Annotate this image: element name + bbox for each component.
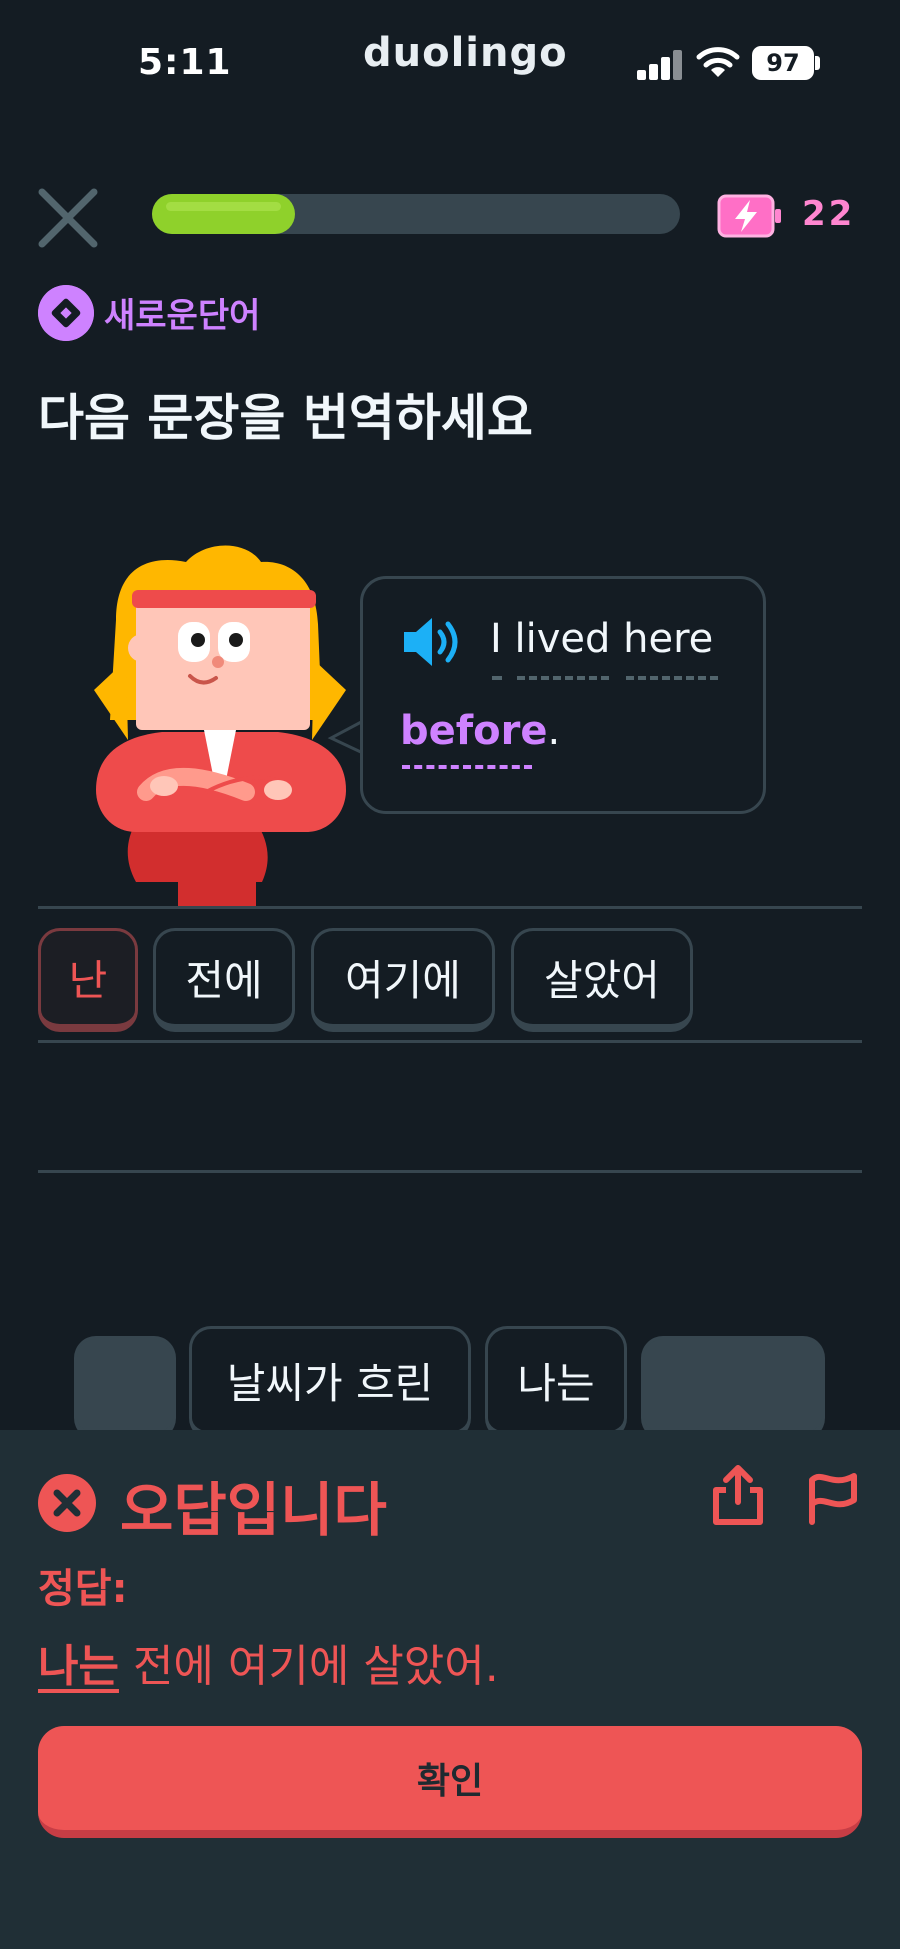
page-title: 다음 문장을 번역하세요 xyxy=(38,389,533,447)
character-illustration xyxy=(94,545,346,906)
word-underline xyxy=(517,676,609,680)
battery-tip xyxy=(815,56,820,70)
word-bank-tile[interactable]: 날씨가 흐린 xyxy=(189,1326,471,1440)
new-word-underline xyxy=(402,765,532,769)
energy-battery-icon[interactable] xyxy=(717,194,785,238)
cellular-signal-icon xyxy=(637,48,683,80)
incorrect-icon xyxy=(38,1474,96,1532)
continue-button[interactable]: 확인 xyxy=(38,1726,862,1838)
word-underline xyxy=(626,676,718,680)
correct-answer-text: 나는 전에 여기에 살았어. xyxy=(38,1630,499,1694)
prompt-text-line2[interactable]: before. xyxy=(400,708,560,754)
progress-shine xyxy=(166,202,281,211)
answer-rest: 전에 여기에 살았어. xyxy=(118,1641,499,1692)
status-app-name: duolingo xyxy=(363,30,568,76)
report-flag-icon[interactable] xyxy=(804,1466,862,1526)
answer-tile[interactable]: 여기에 xyxy=(311,928,495,1032)
new-word-icon xyxy=(38,285,94,341)
status-time: 5:11 xyxy=(138,42,232,83)
answer-tile[interactable]: 전에 xyxy=(153,928,295,1032)
word-bank-tile-used xyxy=(641,1336,825,1440)
new-word[interactable]: before xyxy=(400,708,548,754)
corrected-word: 나는 xyxy=(38,1641,119,1692)
battery-indicator: 97 xyxy=(752,46,814,80)
speech-bubble xyxy=(360,576,766,814)
word-bank-tile-used xyxy=(74,1336,176,1440)
answer-line xyxy=(38,1170,862,1173)
prompt-text[interactable]: I lived here xyxy=(490,616,713,662)
word-bank-tile[interactable]: 나는 xyxy=(485,1326,627,1440)
answer-tile-wrong[interactable]: 난 xyxy=(38,928,138,1032)
wifi-icon xyxy=(696,47,740,77)
prompt-punctuation: . xyxy=(547,708,561,754)
answer-line xyxy=(38,906,862,909)
close-icon[interactable] xyxy=(36,186,100,250)
answer-tile[interactable]: 살았어 xyxy=(511,928,693,1032)
correct-answer-label: 정답: xyxy=(38,1566,128,1612)
progress-fill xyxy=(152,194,295,234)
lesson-progress-bar xyxy=(152,194,680,234)
new-word-label: 새로운단어 xyxy=(104,296,261,336)
share-icon[interactable] xyxy=(708,1462,768,1528)
speaker-icon[interactable] xyxy=(400,614,464,670)
feedback-title: 오답입니다 xyxy=(120,1476,387,1544)
word-underline xyxy=(492,676,502,680)
answer-line xyxy=(38,1040,862,1043)
energy-count: 22 xyxy=(802,194,856,234)
